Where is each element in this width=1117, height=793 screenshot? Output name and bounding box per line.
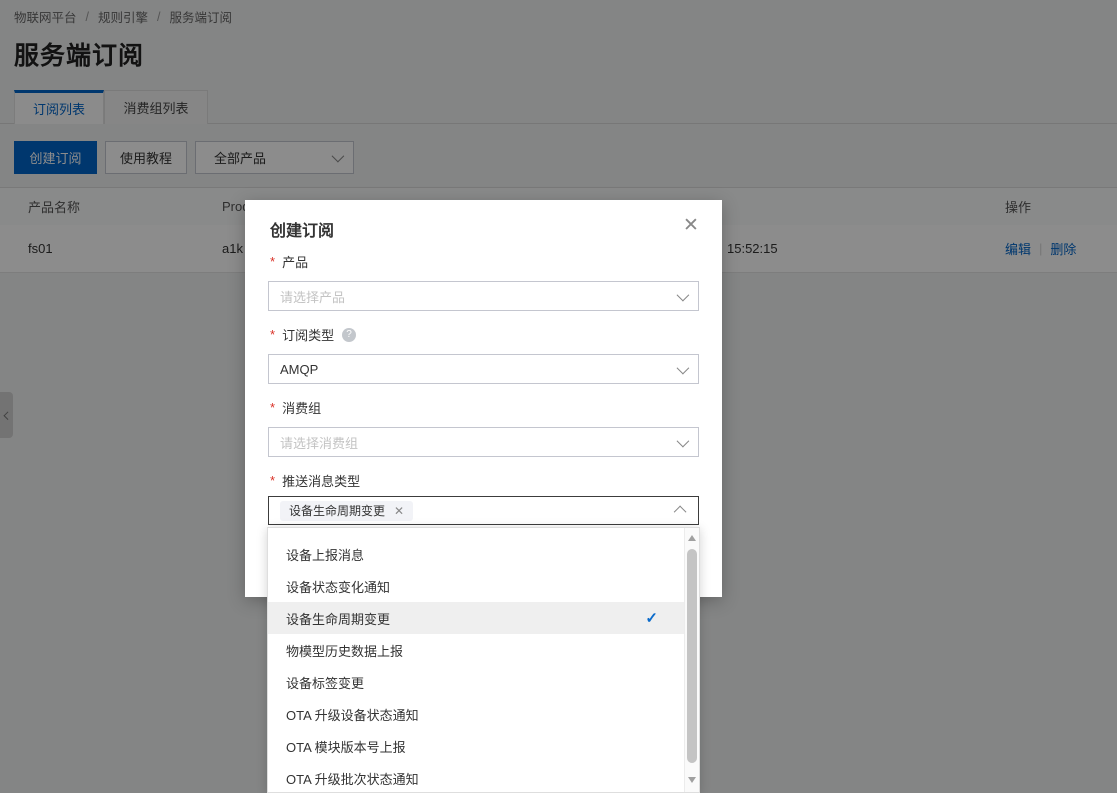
consumer-group-select-placeholder: 请选择消费组 [280, 433, 677, 452]
required-mark: * [270, 400, 275, 415]
product-select[interactable]: 请选择产品 [268, 281, 699, 311]
option-label: 设备上报消息 [286, 545, 364, 564]
subscription-type-select[interactable]: AMQP [268, 354, 699, 384]
required-mark: * [270, 327, 275, 342]
push-message-type-dropdown: 设备上报消息 设备状态变化通知 设备生命周期变更 ✓ 物模型历史数据上报 设备标… [267, 527, 700, 793]
option-device-lifecycle-change[interactable]: 设备生命周期变更 ✓ [268, 602, 684, 634]
option-label: 设备标签变更 [286, 673, 364, 692]
chevron-down-icon [677, 434, 690, 447]
product-field-label: * 产品 [270, 252, 308, 271]
check-icon: ✓ [645, 609, 658, 627]
option-label: OTA 升级设备状态通知 [286, 705, 419, 724]
push-message-type-multiselect[interactable]: 设备生命周期变更 ✕ [268, 496, 699, 525]
option-ota-upgrade-batch-status[interactable]: OTA 升级批次状态通知 [268, 762, 684, 793]
push-message-type-label-text: 推送消息类型 [282, 471, 360, 490]
option-ota-module-version-report[interactable]: OTA 模块版本号上报 [268, 730, 684, 762]
consumer-group-label-text: 消费组 [282, 398, 321, 417]
option-label: OTA 模块版本号上报 [286, 737, 406, 756]
option-label: 物模型历史数据上报 [286, 641, 403, 660]
option-label: OTA 升级批次状态通知 [286, 769, 419, 788]
tag-remove-icon[interactable]: ✕ [394, 504, 404, 518]
option-ota-upgrade-device-status[interactable]: OTA 升级设备状态通知 [268, 698, 684, 730]
scrollbar-thumb[interactable] [687, 549, 697, 763]
required-mark: * [270, 254, 275, 269]
option-device-tag-change[interactable]: 设备标签变更 [268, 666, 684, 698]
option-device-status-change[interactable]: 设备状态变化通知 [268, 570, 684, 602]
dialog-title: 创建订阅 [270, 217, 334, 241]
option-label: 设备生命周期变更 [286, 609, 390, 628]
push-message-type-field-label: * 推送消息类型 [270, 471, 360, 490]
subscription-type-value: AMQP [280, 362, 677, 377]
selected-tag: 设备生命周期变更 ✕ [280, 501, 413, 521]
subscription-type-label-text: 订阅类型 [282, 325, 334, 344]
subscription-type-field-label: * 订阅类型 ? [270, 325, 356, 344]
chevron-down-icon [677, 288, 690, 301]
dropdown-option-list: 设备上报消息 设备状态变化通知 设备生命周期变更 ✓ 物模型历史数据上报 设备标… [268, 538, 684, 793]
consumer-group-field-label: * 消费组 [270, 398, 321, 417]
required-mark: * [270, 473, 275, 488]
consumer-group-select[interactable]: 请选择消费组 [268, 427, 699, 457]
chevron-down-icon [677, 361, 690, 374]
dropdown-scrollbar[interactable] [684, 528, 699, 792]
close-icon[interactable]: ✕ [678, 212, 704, 238]
option-thing-model-history-report[interactable]: 物模型历史数据上报 [268, 634, 684, 666]
option-device-report-message[interactable]: 设备上报消息 [268, 538, 684, 570]
scrollbar-down-arrow-icon[interactable] [688, 777, 696, 783]
product-label-text: 产品 [282, 252, 308, 271]
selected-tag-text: 设备生命周期变更 [289, 502, 385, 519]
help-icon[interactable]: ? [342, 328, 356, 342]
product-select-placeholder: 请选择产品 [280, 287, 677, 306]
scrollbar-up-arrow-icon[interactable] [688, 535, 696, 541]
option-label: 设备状态变化通知 [286, 577, 390, 596]
chevron-up-icon [674, 506, 687, 519]
